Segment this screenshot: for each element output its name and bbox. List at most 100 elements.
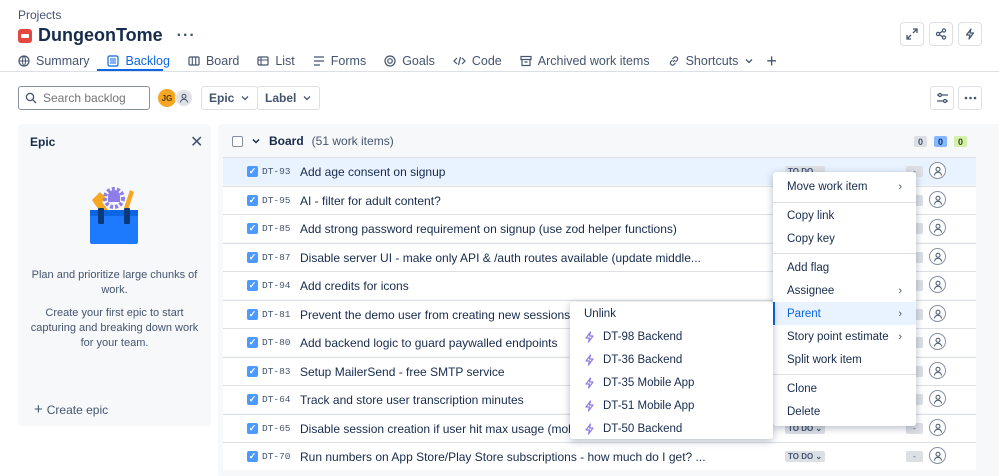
menu-item-parent[interactable]: Parent › — [773, 302, 916, 325]
work-item-summary[interactable]: AI - filter for adult content? — [300, 194, 770, 208]
work-item-key[interactable]: DT-87 — [262, 252, 294, 263]
task-type-icon: ✓ — [247, 366, 258, 377]
work-item-summary[interactable]: Run numbers on App Store/Play Store subs… — [300, 450, 770, 464]
work-item-summary[interactable]: Add strong password requirement on signu… — [300, 222, 770, 236]
assignee-avatar[interactable] — [929, 219, 946, 236]
automation-button[interactable] — [958, 22, 982, 46]
add-tab-button[interactable]: + — [766, 51, 777, 72]
user-icon — [933, 451, 942, 461]
assignee-avatar[interactable] — [929, 248, 946, 265]
submenu-item-parent[interactable]: DT-51 Mobile App — [570, 394, 773, 417]
label-filter-button[interactable]: Label — [257, 86, 321, 110]
work-item-key[interactable]: DT-65 — [262, 423, 294, 434]
avatar-filter-jg[interactable]: JG — [158, 89, 176, 107]
fullscreen-button[interactable] — [900, 22, 924, 46]
work-item-key[interactable]: DT-70 — [262, 451, 294, 462]
tab-goals[interactable]: Goals — [384, 54, 435, 68]
user-icon — [933, 252, 942, 262]
submenu-item-unlink[interactable]: Unlink — [570, 302, 773, 325]
share-icon — [935, 28, 947, 40]
work-item-summary[interactable]: Add credits for icons — [300, 279, 770, 293]
menu-item-story-points[interactable]: Story point estimate › — [773, 325, 916, 348]
menu-item-move[interactable]: Move work item › — [773, 175, 916, 198]
epic-panel-title: Epic — [30, 135, 56, 149]
assignee-avatar[interactable] — [929, 305, 946, 322]
assignee-avatar[interactable] — [929, 333, 946, 350]
assignee-avatar[interactable] — [929, 390, 946, 407]
forms-icon — [313, 56, 324, 66]
work-item-key[interactable]: DT-81 — [262, 309, 294, 320]
tab-shortcuts[interactable]: Shortcuts — [668, 54, 755, 68]
search-input[interactable] — [43, 91, 143, 105]
work-item-key[interactable]: DT-85 — [262, 223, 294, 234]
code-icon — [453, 56, 466, 66]
board-header: Board (51 work items) — [232, 134, 394, 148]
assignee-avatar[interactable] — [929, 447, 946, 464]
menu-item-delete[interactable]: Delete — [773, 400, 916, 423]
work-item-key[interactable]: DT-95 — [262, 195, 294, 206]
assignee-avatar[interactable] — [929, 191, 946, 208]
close-icon[interactable]: ✕ — [190, 132, 203, 152]
search-backlog[interactable] — [18, 86, 150, 110]
task-type-icon: ✓ — [247, 309, 258, 320]
tab-forms[interactable]: Forms — [313, 54, 366, 68]
menu-item-split[interactable]: Split work item — [773, 348, 916, 371]
work-item-key[interactable]: DT-93 — [262, 166, 294, 177]
assignee-avatar[interactable] — [929, 419, 946, 436]
assignee-avatar[interactable] — [929, 162, 946, 179]
select-all-checkbox[interactable] — [232, 135, 243, 147]
submenu-item-parent[interactable]: DT-36 Backend — [570, 348, 773, 371]
lightning-icon — [965, 28, 975, 40]
project-tabs: Summary Backlog Board List Forms Goals C… — [18, 51, 777, 72]
tab-label: Forms — [330, 54, 367, 68]
chevron-right-icon: › — [898, 180, 902, 193]
work-item-key[interactable]: DT-83 — [262, 366, 294, 377]
epic-panel: Epic ✕ Plan and prioritize large chunks … — [18, 124, 211, 426]
create-epic-button[interactable]: + Create epic — [34, 401, 108, 418]
tab-label: Archived work items — [537, 54, 650, 68]
menu-item-clone[interactable]: Clone — [773, 377, 916, 400]
work-item-key[interactable]: DT-80 — [262, 337, 294, 348]
tab-archived[interactable]: Archived work items — [520, 54, 650, 68]
work-item-summary[interactable]: Add age consent on signup — [300, 165, 770, 179]
board-icon — [188, 56, 200, 66]
user-icon — [933, 280, 942, 290]
epic-lightning-icon — [585, 399, 594, 412]
more-actions-button[interactable]: ··· — [177, 27, 196, 45]
assignee-avatar[interactable] — [929, 276, 946, 293]
work-item-summary[interactable]: Disable server UI - make only API & /aut… — [300, 251, 770, 265]
tab-list[interactable]: List — [257, 54, 295, 68]
tab-summary[interactable]: Summary — [18, 54, 89, 68]
work-item-key[interactable]: DT-64 — [262, 394, 294, 405]
status-label: TO DO — [788, 452, 814, 461]
menu-divider — [773, 374, 916, 375]
chevron-right-icon: › — [898, 307, 902, 320]
menu-item-copy-link[interactable]: Copy link — [773, 204, 916, 227]
work-item-key[interactable]: DT-94 — [262, 280, 294, 291]
more-options-button[interactable] — [958, 86, 982, 110]
tab-code[interactable]: Code — [453, 54, 502, 68]
tab-backlog[interactable]: Backlog — [107, 54, 170, 68]
chevron-down-icon — [241, 96, 249, 101]
submenu-item-parent[interactable]: DT-35 Mobile App — [570, 371, 773, 394]
menu-item-copy-key[interactable]: Copy key — [773, 227, 916, 250]
submenu-item-parent[interactable]: DT-50 Backend — [570, 417, 773, 440]
menu-item-add-flag[interactable]: Add flag — [773, 256, 916, 279]
table-row[interactable]: ✓ DT-70 Run numbers on App Store/Play Stor… — [223, 442, 976, 470]
epic-filter-button[interactable]: Epic — [201, 86, 259, 110]
menu-item-assignee[interactable]: Assignee › — [773, 279, 916, 302]
submenu-item-label: DT-36 Backend — [603, 353, 683, 366]
status-badge[interactable]: TO DO ⌄ — [785, 451, 826, 462]
story-points-badge[interactable]: - — [906, 451, 923, 462]
epic-lightning-icon — [585, 422, 594, 435]
breadcrumb-projects[interactable]: Projects — [18, 8, 61, 22]
submenu-item-parent[interactable]: DT-98 Backend — [570, 325, 773, 348]
chevron-down-icon — [745, 59, 753, 64]
assignee-avatar[interactable] — [929, 362, 946, 379]
chevron-down-icon[interactable] — [251, 136, 261, 146]
tab-board[interactable]: Board — [188, 54, 239, 68]
share-button[interactable] — [929, 22, 953, 46]
avatar-filter-unassigned[interactable] — [175, 89, 193, 107]
search-icon — [25, 92, 37, 104]
view-settings-button[interactable] — [930, 86, 954, 110]
